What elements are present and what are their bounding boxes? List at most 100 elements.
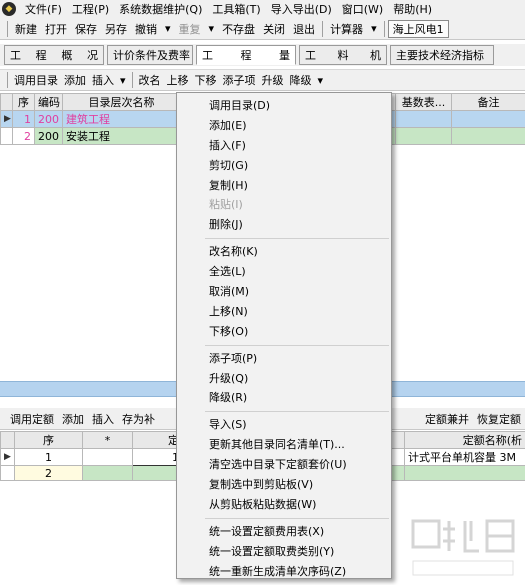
insert-dropdown-icon[interactable]: ▾ <box>117 74 129 87</box>
menu-toolbox[interactable]: 工具箱(T) <box>207 1 265 17</box>
tab-technical-indicators[interactable]: 主要技术经济指标 <box>390 45 494 65</box>
menu-system-data[interactable]: 系统数据维护(Q) <box>114 1 207 17</box>
menu-item-add-child[interactable]: 添子项(P) <box>177 349 391 369</box>
col-quota-code-header[interactable]: 定 <box>132 431 183 449</box>
menu-item-paste-from-clipboard[interactable]: 从剪贴板粘贴数据(W) <box>177 495 391 515</box>
add-quota-button[interactable]: 添加 <box>58 411 88 427</box>
menu-item-import[interactable]: 导入(S) <box>177 415 391 435</box>
col-quota-name-header[interactable]: 定额名称(析 <box>404 431 525 449</box>
cell-seq[interactable]: 1 <box>14 448 83 466</box>
redo-button[interactable]: 重复 <box>175 21 205 37</box>
col-seq-header[interactable]: 序 <box>14 431 83 449</box>
menu-separator <box>205 411 389 413</box>
cell-remark[interactable] <box>451 127 525 145</box>
menu-item-cancel[interactable]: 取消(M) <box>177 282 391 302</box>
cell-seq[interactable]: 2 <box>12 127 35 145</box>
tab-materials-machines[interactable]: 工 料 机 <box>299 45 387 65</box>
context-menu: 调用目录(D) 添加(E) 插入(F) 剪切(G) 复制(H) 粘贴(I) 删除… <box>176 92 392 579</box>
rename-button[interactable]: 改名 <box>136 72 164 88</box>
menu-item-promote[interactable]: 升级(Q) <box>177 369 391 389</box>
cell-base[interactable] <box>395 127 452 145</box>
menu-item-set-quota-fee-category[interactable]: 统一设置定额取费类别(Y) <box>177 542 391 562</box>
cell-star[interactable] <box>82 465 133 481</box>
tab-quantities[interactable]: 工 程 量 <box>196 45 296 65</box>
merge-quota-button[interactable]: 定额兼并 <box>421 411 473 427</box>
app-logo-icon: ◆ <box>2 2 16 16</box>
save-as-button[interactable]: 另存 <box>101 21 131 37</box>
open-button[interactable]: 打开 <box>41 21 71 37</box>
cell-quota-code[interactable]: 1 <box>132 448 183 466</box>
col-remark-header[interactable]: 备注 <box>451 93 525 111</box>
cell-code[interactable]: 200 <box>34 127 63 145</box>
menu-window[interactable]: 窗口(W) <box>337 1 388 17</box>
move-up-button[interactable]: 上移 <box>164 72 192 88</box>
cell-remark[interactable] <box>451 110 525 128</box>
menu-item-add[interactable]: 添加(E) <box>177 116 391 136</box>
cell-code[interactable]: 200 <box>34 110 63 128</box>
promote-button[interactable]: 升级 <box>259 72 287 88</box>
menu-item-paste: 粘贴(I) <box>209 198 243 212</box>
menu-item-demote[interactable]: 降级(R) <box>177 388 391 408</box>
save-button[interactable]: 保存 <box>71 21 101 37</box>
col-star-header[interactable]: * <box>82 431 133 449</box>
calculator-dropdown-icon[interactable]: ▾ <box>367 22 381 35</box>
move-down-button[interactable]: 下移 <box>192 72 220 88</box>
menu-item-rename[interactable]: 改名称(K) <box>177 242 391 262</box>
col-name-header[interactable]: 目录层次名称 <box>62 93 181 111</box>
row-indicator-header <box>0 93 13 111</box>
cell-seq[interactable]: 1 <box>12 110 35 128</box>
menu-item-cut[interactable]: 剪切(G) <box>177 156 391 176</box>
calculator-button[interactable]: 计算器 <box>326 21 367 37</box>
demote-dropdown-icon[interactable]: ▾ <box>315 74 327 87</box>
tab-project-overview[interactable]: 工 程 概 况 <box>4 45 104 65</box>
col-base-header[interactable]: 基数表... <box>395 93 452 111</box>
menu-import-export[interactable]: 导入导出(D) <box>266 1 337 17</box>
call-quota-button[interactable]: 调用定额 <box>6 411 58 427</box>
undo-dropdown-icon[interactable]: ▾ <box>161 22 175 35</box>
menu-project[interactable]: 工程(P) <box>67 1 114 17</box>
cell-quota-code[interactable] <box>132 465 183 481</box>
menu-item-delete[interactable]: 删除(J) <box>177 215 391 235</box>
no-save-button[interactable]: 不存盘 <box>218 21 259 37</box>
menu-item-update-same-name[interactable]: 更新其他目录同名清单(T)... <box>177 435 391 455</box>
menu-help[interactable]: 帮助(H) <box>388 1 437 17</box>
col-code-header[interactable]: 编码 <box>34 93 63 111</box>
restore-quota-button[interactable]: 恢复定额 <box>473 411 525 427</box>
menu-item-regenerate-order-codes[interactable]: 统一重新生成清单次序码(Z) <box>177 562 391 582</box>
cell-quota-name[interactable]: 计式平台单机容量 3M <box>404 448 525 466</box>
menu-item-copy[interactable]: 复制(H) <box>177 176 391 196</box>
exit-button[interactable]: 退出 <box>289 21 319 37</box>
cell-base[interactable] <box>395 110 452 128</box>
menu-separator <box>205 238 389 240</box>
insert-quota-button[interactable]: 插入 <box>88 411 118 427</box>
row-indicator <box>0 127 13 145</box>
undo-button[interactable]: 撤销 <box>131 21 161 37</box>
menu-item-select-all[interactable]: 全选(L) <box>177 262 391 282</box>
menu-file[interactable]: 文件(F) <box>20 1 67 17</box>
menu-item-insert[interactable]: 插入(F) <box>177 136 391 156</box>
insert-button[interactable]: 插入 <box>89 72 117 88</box>
menu-item-clear-quota-prices[interactable]: 清空选中目录下定额套价(U) <box>177 455 391 475</box>
tab-pricing-conditions[interactable]: 计价条件及费率 <box>107 45 193 65</box>
menu-item-copy-to-clipboard[interactable]: 复制选中到剪贴板(V) <box>177 475 391 495</box>
redo-dropdown-icon[interactable]: ▾ <box>205 22 219 35</box>
menu-item-call-catalog[interactable]: 调用目录(D) <box>177 96 391 116</box>
menu-item-move-up[interactable]: 上移(N) <box>177 302 391 322</box>
project-name-field[interactable]: 海上风电1 <box>387 19 449 38</box>
toolbar-separator <box>7 72 8 88</box>
cell-name[interactable]: 安装工程 <box>62 127 181 145</box>
menu-item-move-down[interactable]: 下移(O) <box>177 322 391 342</box>
close-button[interactable]: 关闭 <box>259 21 289 37</box>
col-seq-header[interactable]: 序 <box>12 93 35 111</box>
save-as-supplement-button[interactable]: 存为补 <box>118 411 159 427</box>
add-child-button[interactable]: 添子项 <box>220 72 259 88</box>
cell-quota-name[interactable] <box>404 465 525 481</box>
call-catalog-button[interactable]: 调用目录 <box>11 72 61 88</box>
cell-star[interactable] <box>82 448 133 466</box>
new-button[interactable]: 新建 <box>11 21 41 37</box>
cell-seq[interactable]: 2 <box>14 465 83 481</box>
demote-button[interactable]: 降级 <box>287 72 315 88</box>
cell-name[interactable]: 建筑工程 <box>62 110 181 128</box>
menu-item-set-quota-fee-table[interactable]: 统一设置定额费用表(X) <box>177 522 391 542</box>
add-button[interactable]: 添加 <box>61 72 89 88</box>
